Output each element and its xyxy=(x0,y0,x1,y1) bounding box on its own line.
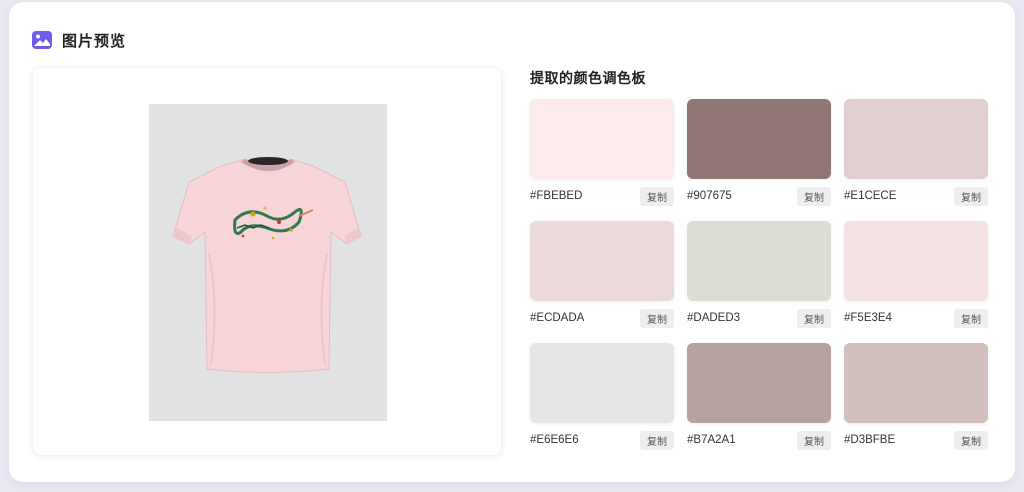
color-info-row: #ECDADA 复制 xyxy=(530,307,674,329)
color-hex: #DADED3 xyxy=(687,312,741,324)
palette-grid: #FBEBED 复制 #907675 复制 #E1CECE 复制 #ECDADA… xyxy=(530,99,988,451)
color-info-row: #907675 复制 xyxy=(687,185,831,207)
color-hex: #F5E3E4 xyxy=(844,312,892,324)
color-swatch xyxy=(530,221,674,301)
color-info-row: #DADED3 复制 xyxy=(687,307,831,329)
copy-button[interactable]: 复制 xyxy=(797,430,831,450)
color-hex: #E6E6E6 xyxy=(530,434,579,446)
color-swatch xyxy=(687,343,831,423)
color-card: #907675 复制 xyxy=(687,99,831,207)
image-icon xyxy=(32,31,52,49)
palette-title: 提取的颜色调色板 xyxy=(530,71,646,87)
preview-image xyxy=(149,104,387,421)
color-info-row: #E1CECE 复制 xyxy=(844,185,988,207)
copy-button[interactable]: 复制 xyxy=(797,308,831,328)
card-header: 图片预览 xyxy=(32,28,126,52)
color-card: #ECDADA 复制 xyxy=(530,221,674,329)
color-card: #B7A2A1 复制 xyxy=(687,343,831,451)
color-card: #D3BFBE 复制 xyxy=(844,343,988,451)
page-title: 图片预览 xyxy=(62,31,127,50)
copy-button[interactable]: 复制 xyxy=(640,430,674,450)
color-card: #FBEBED 复制 xyxy=(530,99,674,207)
color-info-row: #E6E6E6 复制 xyxy=(530,429,674,451)
color-hex: #FBEBED xyxy=(530,190,583,202)
copy-button[interactable]: 复制 xyxy=(797,186,831,206)
color-hex: #D3BFBE xyxy=(844,434,896,446)
color-info-row: #D3BFBE 复制 xyxy=(844,429,988,451)
color-info-row: #F5E3E4 复制 xyxy=(844,307,988,329)
color-swatch xyxy=(530,343,674,423)
color-info-row: #B7A2A1 复制 xyxy=(687,429,831,451)
color-swatch xyxy=(844,343,988,423)
color-swatch xyxy=(844,99,988,179)
color-info-row: #FBEBED 复制 xyxy=(530,185,674,207)
color-hex: #907675 xyxy=(687,190,732,202)
color-card: #E1CECE 复制 xyxy=(844,99,988,207)
color-swatch xyxy=(687,99,831,179)
color-hex: #ECDADA xyxy=(530,312,585,324)
color-card: #DADED3 复制 xyxy=(687,221,831,329)
image-preview-panel xyxy=(33,68,501,455)
color-swatch xyxy=(687,221,831,301)
color-hex: #B7A2A1 xyxy=(687,434,736,446)
copy-button[interactable]: 复制 xyxy=(954,186,988,206)
color-card: #F5E3E4 复制 xyxy=(844,221,988,329)
copy-button[interactable]: 复制 xyxy=(954,430,988,450)
color-swatch xyxy=(530,99,674,179)
image-preview-card: 图片预览 提取的颜色调色板 #FBEBED 复制 #907675 复制 #E1C… xyxy=(9,2,1015,482)
color-hex: #E1CECE xyxy=(844,190,897,202)
color-card: #E6E6E6 复制 xyxy=(530,343,674,451)
pink-tshirt-image xyxy=(172,157,362,373)
copy-button[interactable]: 复制 xyxy=(640,186,674,206)
color-swatch xyxy=(844,221,988,301)
copy-button[interactable]: 复制 xyxy=(954,308,988,328)
copy-button[interactable]: 复制 xyxy=(640,308,674,328)
